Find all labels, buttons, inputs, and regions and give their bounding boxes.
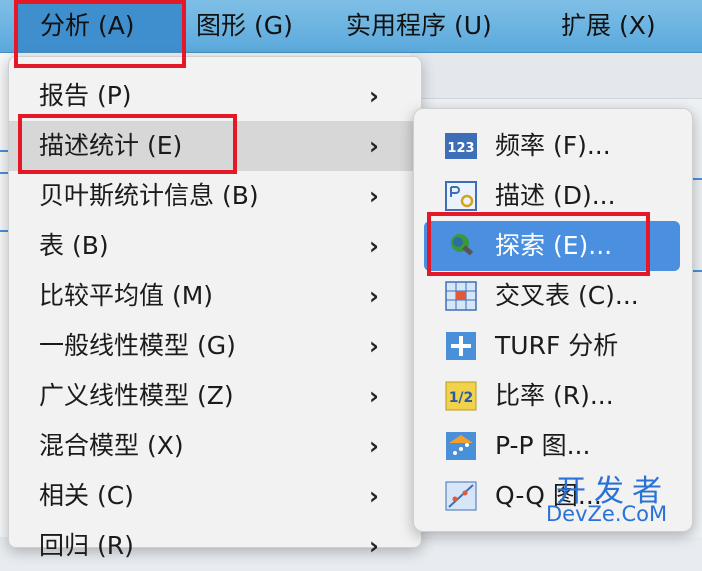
chevron-right-icon: ›	[369, 482, 379, 510]
submenu-item-label: P-P 图...	[495, 431, 591, 460]
highlight-box-analysis	[14, 0, 186, 68]
submenu-item-label: 频率 (F)...	[495, 131, 611, 160]
frequency-icon: 123	[445, 133, 477, 159]
watermark-url: DevZe.CoM	[546, 502, 668, 526]
pp-plot-icon	[446, 432, 476, 460]
menu-item-label: 贝叶斯统计信息 (B)	[39, 181, 259, 210]
menu-item-correlate[interactable]: 相关 (C) ›	[9, 471, 413, 521]
submenu-item-label: 比率 (R)...	[495, 381, 614, 410]
background-toolbar	[410, 52, 702, 99]
chevron-right-icon: ›	[369, 332, 379, 360]
menu-item-compare-means[interactable]: 比较平均值 (M) ›	[9, 271, 413, 321]
menu-item-label: 一般线性模型 (G)	[39, 331, 236, 360]
submenu-item-crosstabs[interactable]: 交叉表 (C)...	[424, 271, 680, 321]
menu-item-label: 比较平均值 (M)	[39, 281, 214, 310]
menu-extensions[interactable]: 扩展 (X)	[561, 0, 656, 52]
menu-item-regression[interactable]: 回归 (R) ›	[9, 521, 413, 571]
crosstabs-icon	[445, 281, 477, 311]
turf-icon	[446, 332, 476, 360]
submenu-item-pp-plots[interactable]: P-P 图...	[424, 421, 680, 471]
menu-item-tables[interactable]: 表 (B) ›	[9, 221, 413, 271]
svg-text:123: 123	[447, 141, 474, 156]
chevron-right-icon: ›	[369, 232, 379, 260]
highlight-box-descriptive-statistics	[18, 114, 237, 174]
menu-item-label: 混合模型 (X)	[39, 431, 184, 460]
qq-plot-icon	[445, 481, 477, 511]
menu-graphs[interactable]: 图形 (G)	[196, 0, 293, 52]
chevron-right-icon: ›	[369, 82, 379, 110]
submenu-item-label: 交叉表 (C)...	[495, 281, 639, 310]
menu-item-label: 表 (B)	[39, 231, 109, 260]
menu-item-label: 回归 (R)	[39, 531, 134, 560]
submenu-item-turf-analysis[interactable]: TURF 分析	[424, 321, 680, 371]
submenu-item-frequencies[interactable]: 123 频率 (F)...	[424, 121, 680, 171]
highlight-box-explore	[427, 212, 650, 276]
menu-item-general-linear-model[interactable]: 一般线性模型 (G) ›	[9, 321, 413, 371]
submenu-item-ratio[interactable]: 1/2 比率 (R)...	[424, 371, 680, 421]
descriptives-icon	[445, 181, 477, 211]
menu-item-label: 相关 (C)	[39, 481, 134, 510]
chevron-right-icon: ›	[369, 132, 379, 160]
menu-item-label: 广义线性模型 (Z)	[39, 381, 234, 410]
menu-item-generalized-linear-models[interactable]: 广义线性模型 (Z) ›	[9, 371, 413, 421]
ratio-icon: 1/2	[445, 381, 477, 411]
menu-utilities[interactable]: 实用程序 (U)	[346, 0, 492, 52]
chevron-right-icon: ›	[369, 382, 379, 410]
submenu-item-label: TURF 分析	[495, 331, 619, 360]
chevron-right-icon: ›	[369, 532, 379, 560]
chevron-right-icon: ›	[369, 182, 379, 210]
chevron-right-icon: ›	[369, 432, 379, 460]
chevron-right-icon: ›	[369, 282, 379, 310]
svg-text:1/2: 1/2	[449, 390, 474, 406]
menu-item-bayesian-statistics[interactable]: 贝叶斯统计信息 (B) ›	[9, 171, 413, 221]
menu-item-mixed-models[interactable]: 混合模型 (X) ›	[9, 421, 413, 471]
